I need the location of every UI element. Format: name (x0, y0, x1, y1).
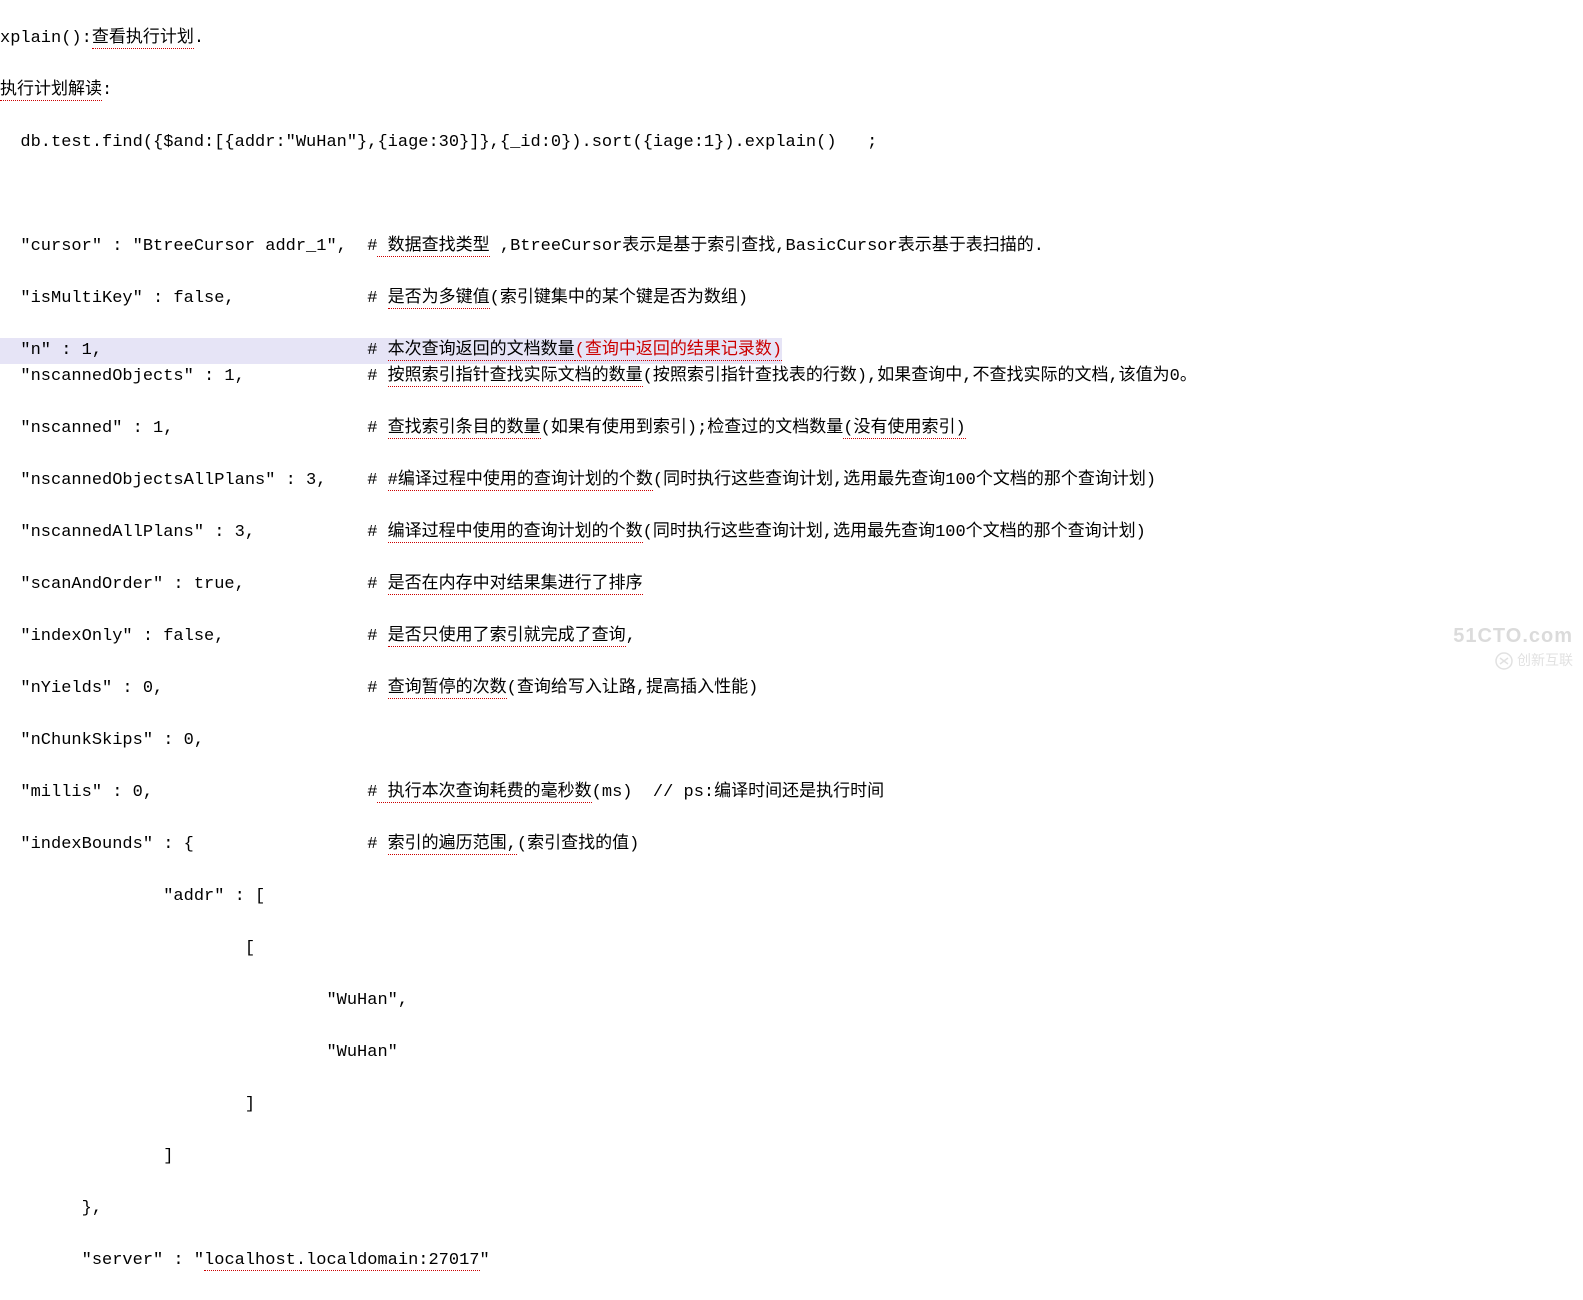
annot-cn: 执行计划解读 (0, 81, 102, 101)
annot-cn: 查找索引条目的数量 (388, 419, 541, 439)
annot-cn2: (没有使用索引) (843, 419, 965, 439)
code-frag: "nYields" : 0, # (0, 679, 388, 698)
annot-rest: (索引查找的值) (517, 835, 639, 854)
annot-cn: 是否只使用了索引就完成了查询 (388, 627, 626, 647)
annot-rest: (按照索引指针查找表的行数),如果查询中,不查找实际的文档,该值为0。 (643, 367, 1197, 386)
logo-icon (1495, 652, 1513, 670)
annot-cn: 编译过程中使用的查询计划的个数 (388, 523, 643, 543)
code-document: xplain():查看执行计划. 执行计划解读: db.test.find({$… (0, 0, 1583, 1300)
line-2: 执行计划解读: (0, 78, 1583, 104)
line-24: }, (0, 1196, 1583, 1222)
line-18: "addr" : [ (0, 884, 1583, 910)
line-25: "server" : "localhost.localdomain:27017" (0, 1248, 1583, 1274)
code-frag: "millis" : 0, # (0, 783, 377, 802)
code-frag: ] (0, 1147, 173, 1166)
line-21: "WuHan" (0, 1040, 1583, 1066)
line-7-highlighted: "n" : 1, # 本次查询返回的文档数量(查询中返回的结果记录数) (0, 338, 782, 364)
annot-cn: 查询暂停的次数 (388, 679, 507, 699)
code-frag: "server" : " (0, 1251, 204, 1270)
code-frag: "WuHan" (0, 1043, 398, 1062)
annot-rest: ,BtreeCursor表示是基于索引查找,BasicCursor表示基于表扫描… (490, 237, 1044, 256)
line-8: "nscannedObjects" : 1, # 按照索引指针查找实际文档的数量… (0, 364, 1583, 390)
annot-rest: (同时执行这些查询计划,选用最先查询100个文档的那个查询计划) (653, 471, 1156, 490)
code-frag: }, (0, 1199, 102, 1218)
punct: , (626, 627, 636, 646)
annot-cn: 按照索引指针查找实际文档的数量 (388, 367, 643, 387)
line-6: "isMultiKey" : false, # 是否为多键值(索引键集中的某个键… (0, 286, 1583, 312)
annot-cn: 查看执行计划 (92, 29, 194, 49)
annot-cn: 索引的遍历范围, (388, 835, 517, 855)
line-12: "scanAndOrder" : true, # 是否在内存中对结果集进行了排序 (0, 572, 1583, 598)
code-frag: "nscannedAllPlans" : 3, # (0, 523, 388, 542)
watermark-cx-text: 创新互联 (1517, 652, 1573, 668)
annot-cn: 本次查询返回的文档数量 (388, 341, 575, 361)
code-frag: "indexOnly" : false, # (0, 627, 388, 646)
code-frag: "isMultiKey" : false, # (0, 289, 388, 308)
line-16: "millis" : 0, # 执行本次查询耗费的毫秒数(ms) // ps:编… (0, 780, 1583, 806)
watermark-cx: 创新互联 (1453, 650, 1573, 670)
watermark-block: 51CTO.com 创新互联 (1453, 625, 1573, 670)
code-frag: "nChunkSkips" : 0, (0, 731, 204, 750)
line-10: "nscannedObjectsAllPlans" : 3, # #编译过程中使… (0, 468, 1583, 494)
punct: . (194, 29, 204, 48)
line-20: "WuHan", (0, 988, 1583, 1014)
code-frag: "WuHan", (0, 991, 408, 1010)
line-22: ] (0, 1092, 1583, 1118)
annot-rest: (查询给写入让路,提高插入性能) (507, 679, 759, 698)
code-frag: [ (0, 939, 255, 958)
annot-cn: 执行本次查询耗费的毫秒数 (377, 783, 591, 803)
annot-rest: (同时执行这些查询计划,选用最先查询100个文档的那个查询计划) (643, 523, 1146, 542)
line-17: "indexBounds" : { # 索引的遍历范围,(索引查找的值) (0, 832, 1583, 858)
code-frag: "scanAndOrder" : true, # (0, 575, 388, 594)
code-frag: "indexBounds" : { # (0, 835, 388, 854)
line-3: db.test.find({$and:[{addr:"WuHan"},{iage… (0, 130, 1583, 156)
code-frag: "nscannedObjects" : 1, # (0, 367, 388, 386)
annot-cn: 是否在内存中对结果集进行了排序 (388, 575, 643, 595)
annot-mid: (如果有使用到索引);检查过的文档数量 (541, 419, 844, 438)
server-host: localhost.localdomain:27017 (204, 1251, 479, 1271)
line-11: "nscannedAllPlans" : 3, # 编译过程中使用的查询计划的个… (0, 520, 1583, 546)
line-1: xplain():查看执行计划. (0, 26, 1583, 52)
code-frag: "nscannedObjectsAllPlans" : 3, # (0, 471, 388, 490)
code-frag: "cursor" : "BtreeCursor addr_1", # (0, 237, 377, 256)
annot-red: (查询中返回的结果记录数) (575, 341, 782, 361)
line-19: [ (0, 936, 1583, 962)
code-frag: " (480, 1251, 490, 1270)
code-frag: "n" : 1, # (0, 341, 388, 360)
line-23: ] (0, 1144, 1583, 1170)
line-9: "nscanned" : 1, # 查找索引条目的数量(如果有使用到索引);检查… (0, 416, 1583, 442)
watermark-51cto: 51CTO.com (1453, 625, 1573, 648)
annot-cn: #编译过程中使用的查询计划的个数 (388, 471, 653, 491)
line-13: "indexOnly" : false, # 是否只使用了索引就完成了查询, (0, 624, 1583, 650)
line-15: "nChunkSkips" : 0, (0, 728, 1583, 754)
annot-rest: (ms) // ps:编译时间还是执行时间 (592, 783, 884, 802)
annot-cn: 是否为多键值 (388, 289, 490, 309)
punct: : (102, 81, 112, 100)
line-blank (0, 182, 1583, 208)
code-query: db.test.find({$and:[{addr:"WuHan"},{iage… (0, 133, 877, 152)
code-frag: "nscanned" : 1, # (0, 419, 388, 438)
annot-rest: (索引键集中的某个键是否为数组) (490, 289, 748, 308)
annot-cn: 数据查找类型 (377, 237, 489, 257)
code-frag: "addr" : [ (0, 887, 265, 906)
line-5: "cursor" : "BtreeCursor addr_1", # 数据查找类… (0, 234, 1583, 260)
code-frag: ] (0, 1095, 255, 1114)
code-frag: xplain(): (0, 29, 92, 48)
